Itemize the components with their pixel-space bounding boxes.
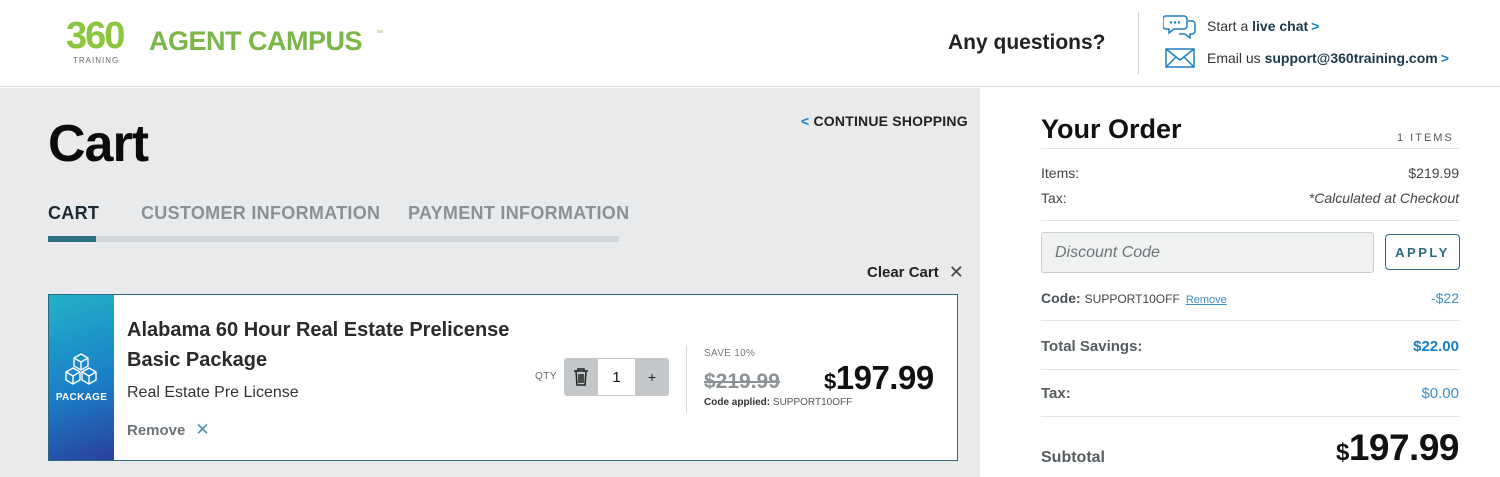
close-icon: ✕ [195, 420, 210, 439]
trash-icon [574, 368, 588, 386]
chat-prefix: Start a [1207, 18, 1249, 34]
logo-subtext: TRAINING [73, 56, 120, 65]
live-chat-link[interactable]: Start a live chat > [1163, 13, 1319, 39]
email-support-link[interactable]: Email us support@360training.com > [1163, 45, 1449, 71]
increment-button[interactable]: + [635, 358, 669, 396]
subtotal-currency: $ [1335, 439, 1349, 466]
code-applied-note: Code applied: SUPPORT10OFF [704, 397, 852, 408]
cart-panel: Cart < CONTINUE SHOPPING CART CUSTOMER I… [0, 88, 980, 477]
price-amount: 197.99 [835, 359, 934, 396]
steps-progress-fill [48, 236, 96, 242]
questions-heading: Any questions? [948, 31, 1106, 54]
brand-logo[interactable]: 360 TRAINING [66, 12, 134, 74]
clear-cart-label: Clear Cart [867, 264, 939, 281]
items-row: Items: $219.99 [1041, 165, 1459, 181]
continue-shopping-link[interactable]: < CONTINUE SHOPPING [801, 113, 968, 129]
save-badge: SAVE 10% [704, 348, 756, 359]
total-savings-row: Total Savings: $22.00 [1041, 338, 1459, 355]
savings-label: Total Savings: [1041, 338, 1143, 355]
tax-label: Tax: [1041, 190, 1067, 206]
email-link-text[interactable]: support@360training.com [1265, 50, 1438, 66]
tax-value: *Calculated at Checkout [1308, 190, 1459, 206]
divider [1041, 320, 1459, 321]
envelope-icon [1165, 48, 1195, 68]
email-arrow: > [1440, 50, 1449, 66]
clear-cart-button[interactable]: Clear Cart ✕ [867, 262, 964, 283]
applied-code: SUPPORT10OFF [1084, 292, 1180, 306]
code-applied-label: Code applied: [704, 397, 771, 408]
step-cart[interactable]: CART [48, 203, 99, 224]
divider [1041, 148, 1459, 149]
cart-item: PACKAGE Alabama 60 Hour Real Estate Prel… [48, 294, 958, 461]
divider [1041, 369, 1459, 370]
delete-button[interactable] [564, 358, 598, 396]
price-currency: $ [824, 369, 836, 394]
quantity-label: QTY [535, 371, 558, 382]
order-summary: Your Order 1 ITEMS Items: $219.99 Tax: *… [980, 88, 1500, 477]
items-value: $219.99 [1408, 165, 1459, 181]
remove-code-link[interactable]: Remove [1186, 294, 1227, 306]
chat-arrow: > [1311, 18, 1320, 34]
tax-summary-row: Tax: $0.00 [1041, 385, 1459, 402]
tax-row: Tax: *Calculated at Checkout [1041, 190, 1459, 206]
items-count: 1 ITEMS [1397, 132, 1454, 144]
subtotal-amount: 197.99 [1348, 427, 1460, 468]
divider [1041, 220, 1459, 221]
site-header: 360 TRAINING AGENT CAMPUS ™ Any question… [0, 0, 1500, 87]
apply-button[interactable]: APPLY [1385, 234, 1460, 270]
code-applied-value: SUPPORT10OFF [772, 397, 853, 408]
divider [1041, 416, 1459, 417]
continue-shopping-label: CONTINUE SHOPPING [813, 113, 968, 129]
remove-label: Remove [127, 421, 186, 439]
package-label: PACKAGE [55, 392, 108, 403]
original-price: $219.99 [704, 370, 780, 393]
subtotal-label: Subtotal [1041, 449, 1105, 466]
discounted-price: $197.99 [824, 359, 934, 397]
logo-wordmark[interactable]: AGENT CAMPUS [149, 26, 363, 57]
item-title: Alabama 60 Hour Real Estate Prelicense B… [127, 319, 510, 371]
tax-summary-label: Tax: [1041, 385, 1071, 402]
package-badge: PACKAGE [49, 295, 114, 460]
subtotal-value: $197.99 [1335, 427, 1460, 469]
boxes-icon [65, 353, 97, 385]
chat-bubbles-icon [1163, 15, 1196, 39]
header-divider [1138, 12, 1139, 74]
step-customer-information[interactable]: CUSTOMER INFORMATION [141, 203, 380, 224]
chevron-left-icon: < [801, 113, 810, 129]
quantity-stepper: 1 + [564, 358, 669, 396]
price-divider [686, 345, 687, 413]
code-discount-amount: -$22 [1430, 290, 1459, 306]
item-category: Real Estate Pre License [127, 384, 299, 401]
order-title: Your Order [1041, 114, 1182, 144]
email-prefix: Email us [1207, 50, 1261, 66]
remove-item-button[interactable]: Remove ✕ [127, 420, 210, 440]
savings-value: $22.00 [1413, 338, 1459, 355]
close-icon: ✕ [948, 262, 964, 282]
chat-link-text[interactable]: live chat [1252, 18, 1308, 34]
code-label: Code: [1041, 290, 1081, 306]
step-payment-information[interactable]: PAYMENT INFORMATION [408, 203, 629, 224]
logo-number: 360 [66, 15, 125, 57]
discount-code-input[interactable] [1041, 232, 1374, 273]
checkout-steps: CART CUSTOMER INFORMATION PAYMENT INFORM… [48, 203, 629, 243]
steps-progress-track [48, 236, 619, 242]
quantity-value[interactable]: 1 [598, 358, 635, 396]
logo-trademark: ™ [376, 30, 383, 37]
subtotal-row: Subtotal $197.99 [1041, 425, 1460, 475]
items-label: Items: [1041, 165, 1080, 181]
tax-summary-value: $0.00 [1421, 385, 1459, 402]
page-title: Cart [48, 115, 149, 173]
applied-code-row: Code: SUPPORT10OFF Remove -$22 [1041, 290, 1459, 306]
